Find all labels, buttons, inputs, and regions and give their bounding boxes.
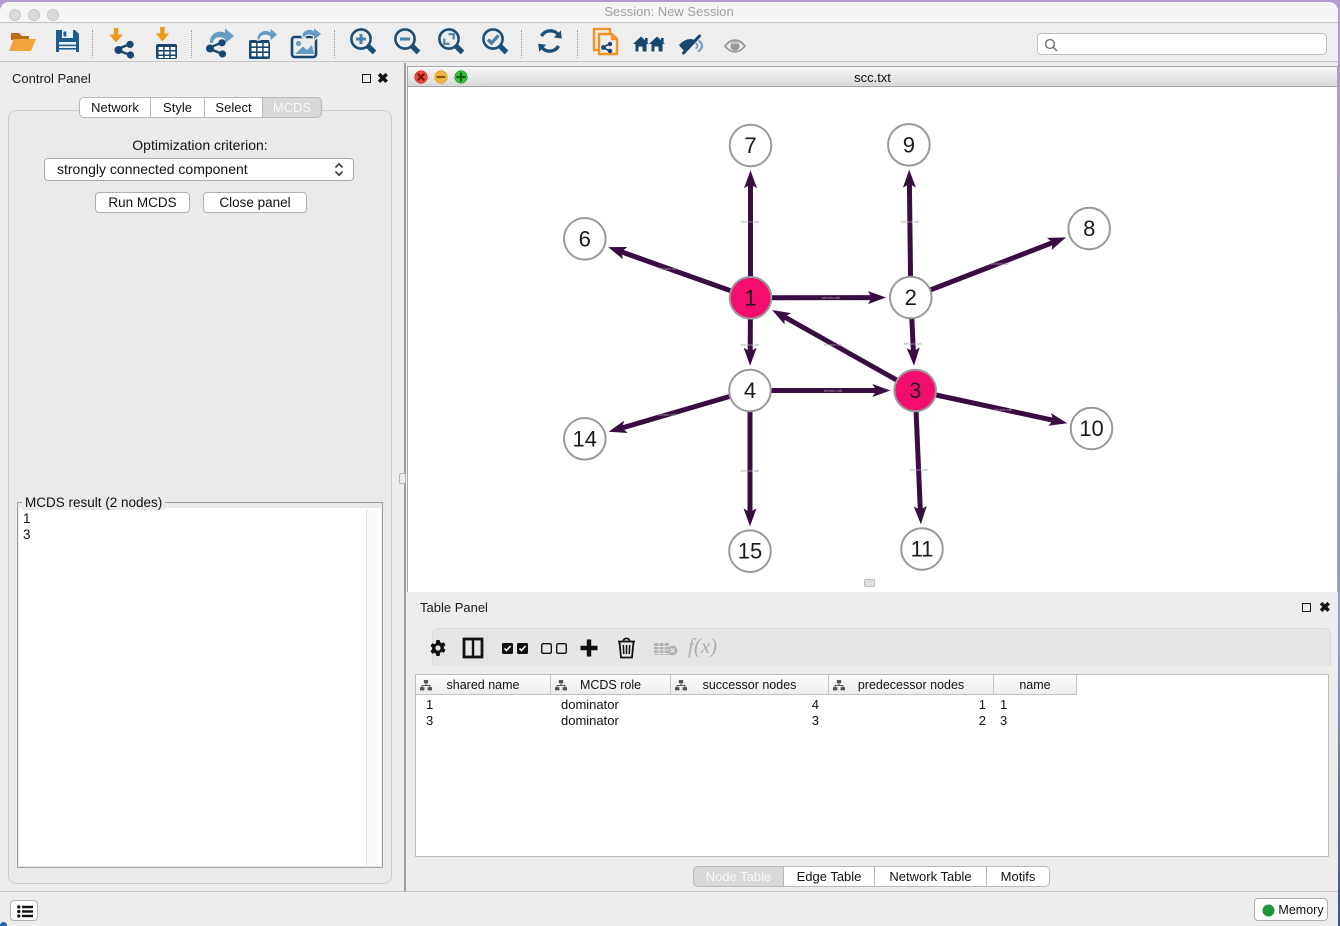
svg-text:interacts with: interacts with xyxy=(991,262,1010,266)
svg-text:interacts with: interacts with xyxy=(822,296,841,300)
svg-text:14: 14 xyxy=(573,426,597,451)
svg-text:6: 6 xyxy=(579,226,591,251)
svg-text:interacts with: interacts with xyxy=(741,469,760,473)
svg-text:interacts with: interacts with xyxy=(910,468,929,472)
svg-text:interacts with: interacts with xyxy=(824,389,843,393)
svg-text:7: 7 xyxy=(744,133,756,158)
svg-text:8: 8 xyxy=(1083,216,1095,241)
svg-text:interacts with: interacts with xyxy=(904,342,923,346)
svg-text:1: 1 xyxy=(744,285,756,310)
svg-text:3: 3 xyxy=(909,378,921,403)
svg-text:interacts with: interacts with xyxy=(901,220,920,224)
svg-text:interacts with: interacts with xyxy=(824,343,843,347)
svg-text:10: 10 xyxy=(1079,416,1103,441)
svg-text:interacts with: interacts with xyxy=(994,408,1013,412)
svg-text:2: 2 xyxy=(905,285,917,310)
svg-text:interacts with: interacts with xyxy=(658,413,677,417)
svg-text:interacts with: interacts with xyxy=(659,267,678,271)
svg-text:9: 9 xyxy=(903,132,915,157)
svg-text:15: 15 xyxy=(738,539,762,564)
svg-text:interacts with: interacts with xyxy=(741,220,760,224)
svg-text:4: 4 xyxy=(744,378,756,403)
svg-text:interacts with: interacts with xyxy=(741,343,760,347)
svg-text:11: 11 xyxy=(911,537,934,562)
